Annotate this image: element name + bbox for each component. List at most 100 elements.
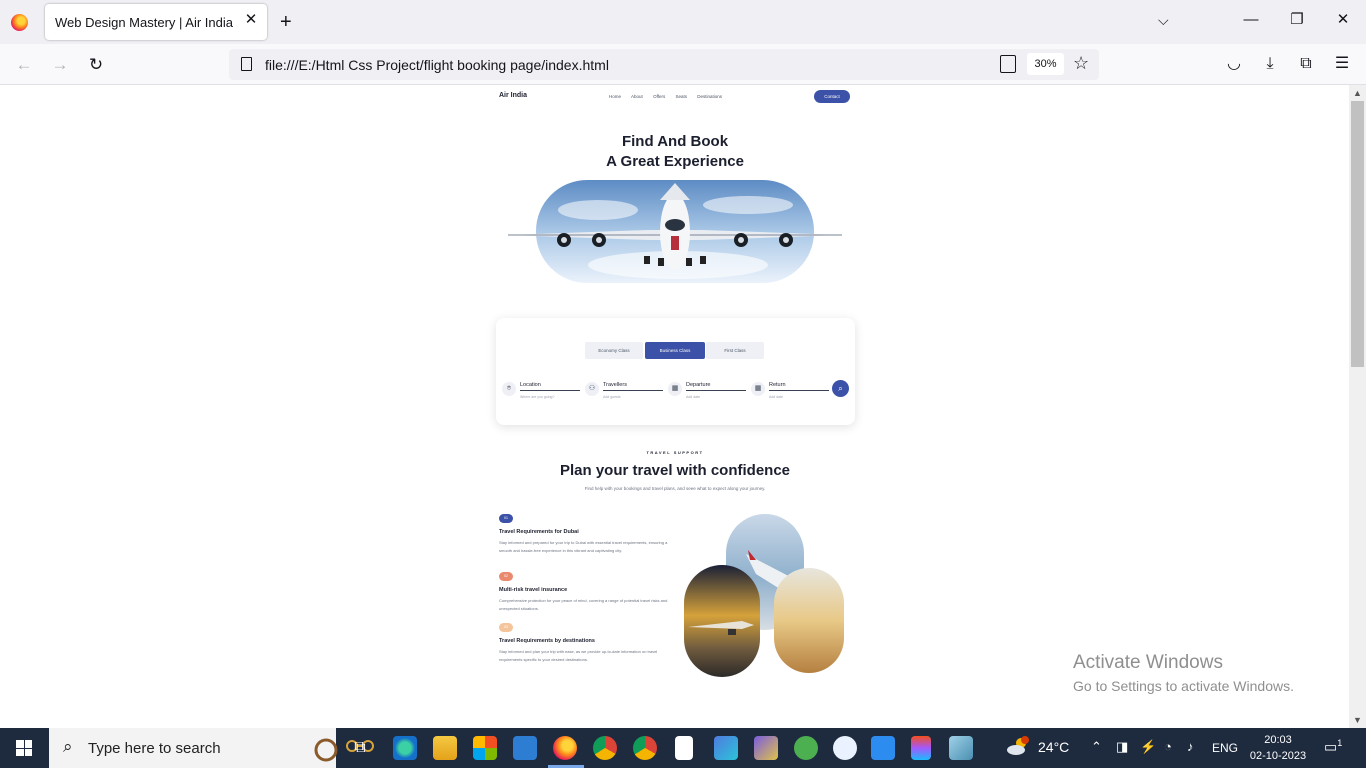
volume-icon[interactable]: ♪ — [1187, 739, 1194, 754]
section-title: Plan your travel with confidence — [559, 462, 791, 479]
feature-title: Travel Requirements for Dubai — [499, 529, 579, 535]
activate-windows-watermark: Activate Windows Go to Settings to activ… — [1073, 652, 1294, 694]
field-underline — [603, 390, 663, 391]
search-placeholder: Type here to search — [88, 740, 221, 757]
green-app-icon[interactable] — [794, 736, 818, 760]
windows-start-icon[interactable] — [16, 740, 32, 756]
system-clock[interactable]: 20:03 02-10-2023 — [1246, 732, 1310, 764]
site-logo[interactable]: Air India — [499, 92, 527, 99]
tab-business-class[interactable]: Business Class — [645, 342, 705, 359]
watermark-line-2: Go to Settings to activate Windows. — [1073, 678, 1294, 694]
travel-photo-runway — [684, 565, 760, 677]
page-icon — [241, 57, 252, 71]
scroll-down-icon[interactable]: ▼ — [1351, 714, 1364, 726]
nav-link-seats[interactable]: Seats — [676, 94, 688, 99]
show-hidden-icons[interactable]: ⌃ — [1091, 739, 1102, 755]
feature-number-badge: 03 — [499, 623, 513, 632]
editor-app-icon[interactable] — [949, 736, 973, 760]
firefox-icon[interactable] — [11, 14, 28, 31]
tab-first-class[interactable]: First Class — [706, 342, 764, 359]
downloads-icon[interactable]: ⤓ — [1260, 54, 1280, 74]
feature-text: Comprehensive protection for your peace … — [499, 598, 668, 611]
calendar-icon: ▦ — [668, 382, 682, 396]
task-view-icon[interactable]: ⧉ — [349, 736, 371, 760]
clock-date: 02-10-2023 — [1249, 750, 1307, 762]
tab-economy-class[interactable]: Economy Class — [585, 342, 643, 359]
scrollbar-thumb[interactable] — [1351, 101, 1364, 367]
store-icon[interactable] — [473, 736, 497, 760]
pocket-icon[interactable]: ◡ — [1224, 54, 1244, 74]
menu-icon[interactable]: ☰ — [1332, 54, 1352, 74]
tab-title: Web Design Mastery | Air India — [55, 15, 233, 30]
list-tabs-chevron-icon[interactable]: ⌵ — [1158, 12, 1169, 29]
close-tab-icon[interactable]: ✕ — [243, 12, 259, 28]
contact-button[interactable]: Contact — [814, 90, 850, 103]
clock-time: 20:03 — [1264, 734, 1292, 746]
page-viewport: Air India Home About Offers Seats Destin… — [0, 85, 1349, 728]
search-button[interactable]: ⌕ — [832, 380, 849, 397]
temperature[interactable]: 24°C — [1038, 739, 1069, 755]
figma-icon[interactable] — [911, 736, 931, 760]
reload-icon[interactable]: ↻ — [85, 54, 107, 76]
zoom-level[interactable]: 30% — [1027, 53, 1064, 75]
notification-count: 1 — [1337, 738, 1343, 748]
forward-icon[interactable]: → — [49, 54, 71, 76]
bookmark-star-icon[interactable]: ☆ — [1073, 53, 1089, 74]
notification-center-icon[interactable]: ▭1 — [1324, 738, 1344, 758]
nav-link-destinations[interactable]: Destinations — [697, 94, 722, 99]
nav-link-about[interactable]: About — [631, 94, 643, 99]
field-underline — [686, 390, 746, 391]
extensions-icon[interactable]: ⧉ — [1296, 54, 1316, 74]
site-nav: Home About Offers Seats Destinations — [609, 94, 731, 99]
back-icon[interactable]: ← — [13, 54, 35, 76]
location-field[interactable]: ⌾ Location Where are you going? — [498, 380, 580, 404]
field-label: Departure — [686, 382, 711, 388]
field-hint: Add date — [686, 395, 701, 399]
hero-airplane-image — [508, 180, 842, 283]
mail-icon[interactable] — [513, 736, 537, 760]
nav-link-home[interactable]: Home — [609, 94, 621, 99]
hero-title: Find And Book A Great Experience — [560, 132, 790, 172]
wifi-icon[interactable]: ◔ — [1164, 739, 1172, 754]
close-window-icon[interactable]: ✕ — [1333, 10, 1353, 30]
notepad-icon[interactable] — [675, 736, 693, 760]
vscode-icon[interactable] — [871, 736, 895, 760]
app-icon[interactable] — [754, 736, 778, 760]
scroll-up-icon[interactable]: ▲ — [1351, 87, 1364, 99]
chrome-icon[interactable] — [593, 736, 617, 760]
feature-item: 03 Travel Requirements by destinations S… — [499, 623, 674, 664]
power-icon[interactable]: ⚡ — [1140, 739, 1156, 755]
vm-app-icon[interactable] — [714, 736, 738, 760]
feature-text: Stay informed and plan your trip with ea… — [499, 649, 658, 662]
restore-icon[interactable]: ❐ — [1287, 10, 1307, 30]
edge-icon[interactable] — [393, 736, 417, 760]
meet-now-icon[interactable]: ◨ — [1116, 739, 1128, 755]
nav-link-offers[interactable]: Offers — [653, 94, 665, 99]
browser-tab[interactable]: Web Design Mastery | Air India ✕ — [45, 4, 267, 40]
field-label: Location — [520, 382, 541, 388]
return-field[interactable]: ▦ Return Add date — [747, 380, 829, 404]
field-hint: Where are you going? — [520, 395, 555, 399]
file-explorer-icon[interactable] — [433, 736, 457, 760]
departure-field[interactable]: ▦ Departure Add date — [664, 380, 746, 404]
hero-line-1: Find And Book — [621, 133, 729, 150]
user-icon: ⚇ — [585, 382, 599, 396]
travellers-field[interactable]: ⚇ Travellers Add guests — [581, 380, 663, 404]
new-tab-icon[interactable]: + — [280, 12, 292, 32]
url-bar[interactable]: file:///E:/Html Css Project/flight booki… — [229, 49, 1099, 80]
url-text[interactable]: file:///E:/Html Css Project/flight booki… — [265, 57, 609, 73]
field-underline — [769, 390, 829, 391]
atom-app-icon[interactable] — [833, 736, 857, 760]
feature-item: 01 Travel Requirements for Dubai Stay in… — [499, 514, 674, 555]
feature-title: Travel Requirements by destinations — [499, 638, 595, 644]
taskbar-search[interactable]: ⌕ Type here to search — [49, 728, 374, 768]
weather-icon[interactable] — [1006, 736, 1030, 758]
firefox-taskbar-icon[interactable] — [553, 736, 577, 760]
section-subtitle: Find help with your bookings and travel … — [584, 486, 766, 491]
chrome-profile-icon[interactable] — [633, 736, 657, 760]
minimize-icon[interactable]: — — [1241, 10, 1261, 30]
reader-view-icon[interactable] — [1000, 55, 1016, 73]
tab-strip: Web Design Mastery | Air India ✕ + ⌵ — ❐… — [0, 0, 1366, 44]
watermark-line-1: Activate Windows — [1073, 652, 1223, 673]
language-indicator[interactable]: ENG — [1212, 741, 1238, 755]
